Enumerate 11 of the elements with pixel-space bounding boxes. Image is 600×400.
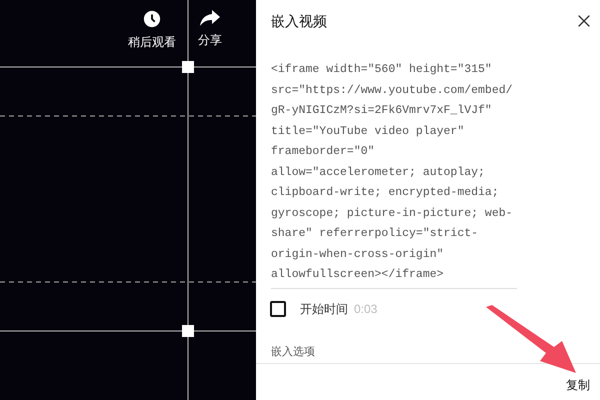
checkbox[interactable] (270, 300, 286, 316)
start-time-value: 0:03 (354, 300, 378, 318)
video-action-button[interactable]: 稍后观看 (128, 10, 176, 51)
copy-button[interactable]: 复制 (564, 376, 592, 394)
options-heading: 嵌入选项 (271, 344, 316, 360)
video-action-button[interactable]: 分享 (198, 10, 222, 51)
share-icon (200, 10, 220, 26)
clock-icon (143, 10, 161, 28)
embed-code-field[interactable]: <iframe width="560" height="315" src="https://www.youtube.com/embed/gR-yNIGICzM?si=2Fk6Vmrv7xF_lVJf" title="YouTube video player" frameborder="0" allow="accelerometer; autoplay; clipboard-write; encrypted-media; gyroscope; picture-in-picture; web-share" referrerpolicy="strict-origin-when-cross-origin" allowfullscreen></iframe> (271, 60, 517, 288)
start-time-label: 开始时间 (300, 300, 348, 318)
dialog-title: 嵌入视频 (271, 12, 327, 30)
